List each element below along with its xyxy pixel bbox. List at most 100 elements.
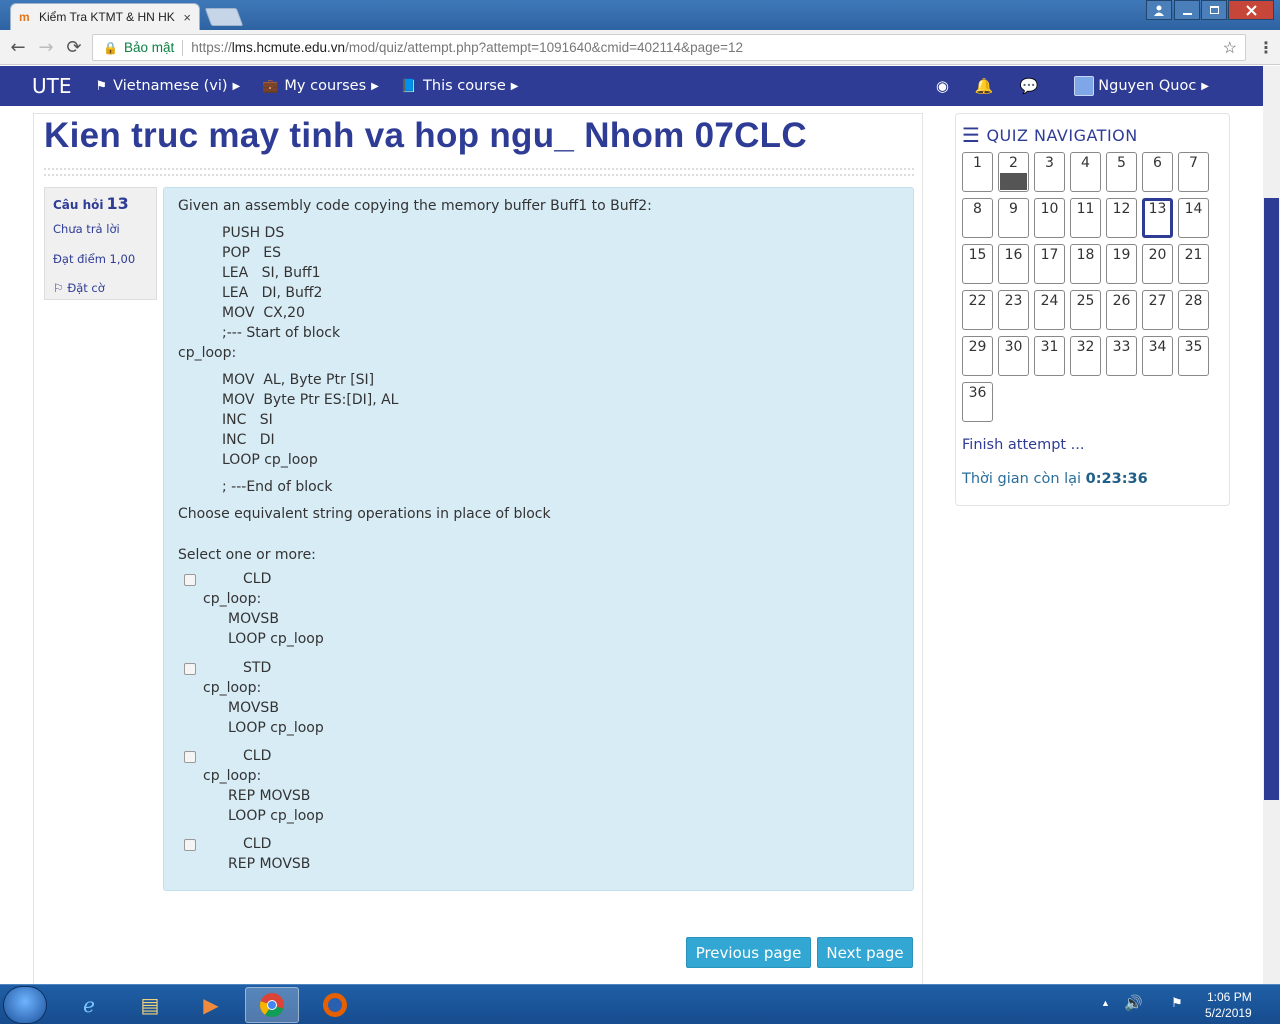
quiz-nav-question-button[interactable]: 1 <box>962 152 993 192</box>
quiz-nav-question-button[interactable]: 12 <box>1106 198 1137 238</box>
quiz-nav-question-button[interactable]: 10 <box>1034 198 1065 238</box>
target-icon[interactable]: ◉ <box>936 77 949 95</box>
user-profile-button[interactable] <box>1146 0 1172 20</box>
clock-time[interactable]: 1:06 PM <box>1207 990 1252 1004</box>
quiz-nav-question-button[interactable]: 17 <box>1034 244 1065 284</box>
quiz-nav-question-button[interactable]: 26 <box>1106 290 1137 330</box>
start-button[interactable] <box>3 986 47 1024</box>
quiz-nav-question-button[interactable]: 6 <box>1142 152 1173 192</box>
code-label: cp_loop: <box>178 345 237 361</box>
quiz-nav-question-button[interactable]: 18 <box>1070 244 1101 284</box>
bell-icon[interactable]: 🔔 <box>975 77 994 95</box>
user-name[interactable]: Nguyen Quoc <box>1098 78 1196 94</box>
secure-label: Bảo mật <box>123 40 175 55</box>
browser-menu-icon[interactable]: ⋮ <box>1258 38 1274 57</box>
scrollbar-thumb[interactable] <box>1264 198 1279 800</box>
flag-icon: ⚑ <box>95 78 108 94</box>
code-line: INC SI <box>222 412 273 428</box>
my-courses-label: My courses <box>284 78 367 94</box>
quiz-nav-question-button[interactable]: 29 <box>962 336 993 376</box>
lock-icon: 🔒 <box>103 40 118 55</box>
question-label: Câu hỏi <box>53 198 104 212</box>
quiz-nav-question-button[interactable]: 3 <box>1034 152 1065 192</box>
action-center-flag-icon[interactable]: ⚑ <box>1171 995 1183 1011</box>
quiz-nav-question-button[interactable]: 5 <box>1106 152 1137 192</box>
restore-icon <box>1209 6 1219 14</box>
quiz-nav-question-button[interactable]: 36 <box>962 382 993 422</box>
firefox-logo <box>323 993 347 1017</box>
quiz-nav-question-button[interactable]: 15 <box>962 244 993 284</box>
quiz-nav-question-button[interactable]: 8 <box>962 198 993 238</box>
quiz-nav-question-button[interactable]: 16 <box>998 244 1029 284</box>
quiz-nav-question-button[interactable]: 7 <box>1178 152 1209 192</box>
flag-question-button[interactable]: ⚐ Đặt cờ <box>53 281 148 295</box>
code-line: LOOP cp_loop <box>222 452 318 468</box>
option-line: LOOP cp_loop <box>228 808 324 824</box>
clock-date[interactable]: 5/2/2019 <box>1205 1006 1252 1020</box>
quiz-nav-question-button[interactable]: 25 <box>1070 290 1101 330</box>
language-menu[interactable]: ⚑ Vietnamese (vi) ▶ <box>96 78 241 94</box>
quiz-nav-question-button[interactable]: 11 <box>1070 198 1101 238</box>
site-brand[interactable]: UTE <box>32 74 72 98</box>
previous-page-button[interactable]: Previous page <box>686 937 811 968</box>
restore-button[interactable] <box>1201 0 1227 20</box>
quiz-nav-question-button[interactable]: 24 <box>1034 290 1065 330</box>
option-line: CLD <box>243 836 272 852</box>
quiz-nav-question-button[interactable]: 35 <box>1178 336 1209 376</box>
quiz-nav-question-button[interactable]: 28 <box>1178 290 1209 330</box>
browser-tab[interactable]: m Kiểm Tra KTMT & HN HK × <box>10 3 200 30</box>
quiz-nav-question-button[interactable]: 4 <box>1070 152 1101 192</box>
option-line: cp_loop: <box>203 591 262 607</box>
quiz-nav-question-button[interactable]: 27 <box>1142 290 1173 330</box>
quiz-nav-question-button[interactable]: 34 <box>1142 336 1173 376</box>
time-remaining-label: Thời gian còn lại <box>962 471 1082 487</box>
quiz-nav-question-button[interactable]: 33 <box>1106 336 1137 376</box>
tab-close-icon[interactable]: × <box>183 10 191 25</box>
quiz-nav-question-button[interactable]: 22 <box>962 290 993 330</box>
answer-checkbox[interactable] <box>184 663 196 675</box>
answer-checkbox[interactable] <box>184 839 196 851</box>
quiz-nav-question-button[interactable]: 31 <box>1034 336 1065 376</box>
reload-icon[interactable]: ⟳ <box>60 37 88 58</box>
url-host: lms.hcmute.edu.vn <box>231 40 346 55</box>
bookmark-star-icon[interactable]: ☆ <box>1223 38 1237 58</box>
answer-checkbox[interactable] <box>184 751 196 763</box>
address-bar[interactable]: 🔒 Bảo mật https:// lms.hcmute.edu.vn /mo… <box>92 34 1246 61</box>
quiz-nav-question-button[interactable]: 21 <box>1178 244 1209 284</box>
flag-question-label: Đặt cờ <box>67 281 105 295</box>
media-player-icon[interactable]: ▶ <box>184 987 238 1023</box>
forward-arrow-icon[interactable]: → <box>32 37 60 58</box>
close-window-button[interactable] <box>1228 0 1274 20</box>
my-courses-menu[interactable]: 💼 My courses ▶ <box>262 78 379 94</box>
file-explorer-icon[interactable]: ▤ <box>123 987 177 1023</box>
chat-bubble-icon[interactable]: 💬 <box>1020 77 1039 95</box>
quiz-nav-question-button[interactable]: 30 <box>998 336 1029 376</box>
quiz-nav-question-button[interactable]: 9 <box>998 198 1029 238</box>
show-hidden-icons[interactable]: ▲ <box>1101 998 1110 1008</box>
minimize-button[interactable] <box>1174 0 1200 20</box>
new-tab-button[interactable] <box>204 8 244 26</box>
answer-checkbox[interactable] <box>184 574 196 586</box>
quiz-nav-question-button[interactable]: 2 <box>998 152 1029 192</box>
avatar[interactable] <box>1074 76 1095 96</box>
chrome-icon[interactable] <box>245 987 299 1023</box>
quiz-nav-question-button[interactable]: 13 <box>1142 198 1173 238</box>
option-line: LOOP cp_loop <box>228 720 324 736</box>
next-page-button[interactable]: Next page <box>817 937 913 968</box>
quiz-nav-question-button[interactable]: 32 <box>1070 336 1101 376</box>
quiz-nav-question-button[interactable]: 23 <box>998 290 1029 330</box>
finish-attempt-link[interactable]: Finish attempt ... <box>962 437 1085 453</box>
this-course-menu[interactable]: 📘 This course ▶ <box>401 78 519 94</box>
quiz-nav-question-button[interactable]: 20 <box>1142 244 1173 284</box>
volume-icon[interactable]: 🔊 <box>1124 994 1143 1012</box>
option-line: REP MOVSB <box>228 856 311 872</box>
this-course-label: This course <box>423 78 506 94</box>
quiz-nav-question-button[interactable]: 19 <box>1106 244 1137 284</box>
firefox-icon[interactable] <box>308 987 362 1023</box>
back-arrow-icon[interactable]: ← <box>4 37 32 58</box>
quiz-nav-question-button[interactable]: 14 <box>1178 198 1209 238</box>
site-navbar: UTE ⚑ Vietnamese (vi) ▶ 💼 My courses ▶ 📘… <box>0 66 1263 106</box>
internet-explorer-icon[interactable]: ℯ <box>62 987 116 1023</box>
hamburger-icon[interactable]: ☰ <box>962 123 980 147</box>
navbar-right: ◉ 🔔 💬 Nguyen Quoc ▶ <box>936 66 1263 106</box>
